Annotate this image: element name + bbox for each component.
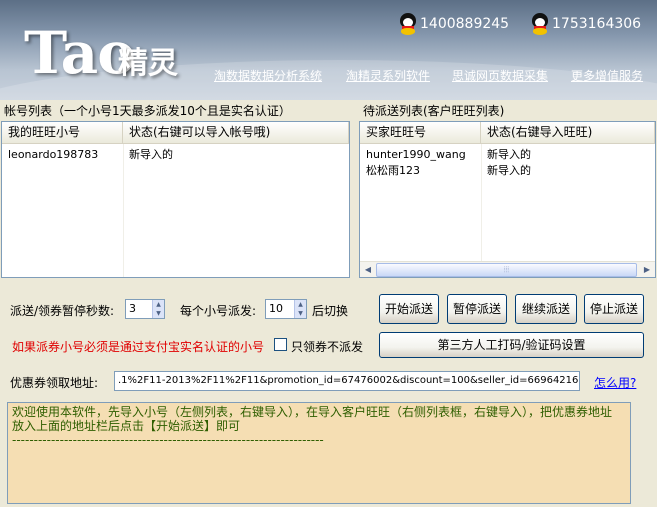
only-claim-checkbox[interactable] xyxy=(274,338,287,351)
table-row[interactable]: 松松雨123 新导入的 xyxy=(360,163,641,179)
logo-cn-text: 精灵 xyxy=(118,46,178,81)
qq-contact-1[interactable]: 1400889245 xyxy=(398,12,509,36)
stepper-up-icon: ▲ xyxy=(156,301,161,308)
status-cell: 新导入的 xyxy=(129,148,173,161)
targets-header: 买家旺旺号 状态(右键导入旺旺) xyxy=(360,122,655,144)
pause-seconds-label: 派送/领券暂停秒数: xyxy=(10,304,115,318)
pause-dispatch-button[interactable]: 暂停派送 xyxy=(447,294,507,324)
targets-listview[interactable]: 买家旺旺号 状态(右键导入旺旺) hunter1990_wang 新导入的 松松… xyxy=(359,121,656,278)
log-line: 放入上面的地址栏后点击【开始派送】即可 xyxy=(12,419,241,433)
coupon-url-input[interactable]: .1%2F11-2013%2F11%2F11&promotion_id=6747… xyxy=(114,371,580,391)
buyer-cell: 松松雨123 xyxy=(366,164,420,177)
nav-link-data-analysis[interactable]: 淘数据数据分析系统 xyxy=(214,67,322,84)
captcha-settings-button[interactable]: 第三方人工打码/验证码设置 xyxy=(379,332,644,358)
qq-number: 1400889245 xyxy=(420,16,510,32)
per-account-value: 10 xyxy=(269,302,283,315)
buyer-cell: hunter1990_wang xyxy=(366,148,466,161)
nav-link-software-series[interactable]: 淘精灵系列软件 xyxy=(346,67,430,84)
per-account-stepper[interactable]: 10 ▲ ▼ xyxy=(265,299,307,319)
table-row[interactable]: leonardo198783 新导入的 xyxy=(2,147,323,163)
pause-seconds-stepper[interactable]: 3 ▲ ▼ xyxy=(125,299,165,319)
only-claim-label[interactable]: 只领券不派发 xyxy=(291,338,363,355)
how-to-use-link[interactable]: 怎么用? xyxy=(594,374,636,391)
column-header-status[interactable]: 状态(右键导入旺旺) xyxy=(481,122,655,144)
stepper-arrows[interactable]: ▲ ▼ xyxy=(152,300,164,318)
horizontal-scrollbar[interactable]: ◀ ⦙⦙⦙ ▶ xyxy=(360,261,655,277)
stepper-up-icon: ▲ xyxy=(298,301,303,308)
scroll-thumb[interactable]: ⦙⦙⦙ xyxy=(376,263,637,277)
status-cell: 新导入的 xyxy=(487,148,531,161)
log-separator: ----------------------------------------… xyxy=(12,433,324,447)
targets-title: 待派送列表(客户旺旺列表) xyxy=(363,104,505,118)
qq-contact-2[interactable]: 1753164306 xyxy=(530,12,641,36)
real-name-warning: 如果派券小号必须是通过支付宝实名认证的小号 xyxy=(12,340,265,354)
qq-number: 1753164306 xyxy=(552,16,642,32)
stepper-down-icon: ▼ xyxy=(298,310,303,317)
accounts-header: 我的旺旺小号 状态(右键可以导入帐号哦) xyxy=(2,122,349,144)
per-account-label: 每个小号派发: xyxy=(180,304,257,318)
table-row[interactable]: hunter1990_wang 新导入的 xyxy=(360,147,641,163)
log-textarea[interactable]: 欢迎使用本软件，先导入小号（左侧列表，右键导入），在导入客户旺旺（右侧列表框，右… xyxy=(7,402,631,504)
column-header-buyer[interactable]: 买家旺旺号 xyxy=(360,122,481,144)
stop-dispatch-button[interactable]: 停止派送 xyxy=(584,294,644,324)
account-cell: leonardo198783 xyxy=(8,148,99,161)
accounts-title: 帐号列表（一个小号1天最多派发10个且是实名认证） xyxy=(4,104,291,118)
resume-dispatch-button[interactable]: 继续派送 xyxy=(515,294,577,324)
scroll-left-icon[interactable]: ◀ xyxy=(361,263,375,277)
status-cell: 新导入的 xyxy=(487,164,531,177)
app-header: Tao 精灵 1400889245 1753164306 淘数据数据分析系统 淘… xyxy=(0,0,657,100)
stepper-arrows[interactable]: ▲ ▼ xyxy=(294,300,306,318)
stepper-down-icon: ▼ xyxy=(156,310,161,317)
column-header-status[interactable]: 状态(右键可以导入帐号哦) xyxy=(123,122,349,144)
accounts-listview[interactable]: 我的旺旺小号 状态(右键可以导入帐号哦) leonardo198783 新导入的 xyxy=(1,121,350,278)
scroll-right-icon[interactable]: ▶ xyxy=(640,263,654,277)
column-divider xyxy=(123,144,124,277)
nav-link-web-scraper[interactable]: 思诚网页数据采集 xyxy=(452,67,548,84)
start-dispatch-button[interactable]: 开始派送 xyxy=(379,294,439,324)
log-line: 欢迎使用本软件，先导入小号（左侧列表，右键导入），在导入客户旺旺（右侧列表框，右… xyxy=(12,405,613,419)
column-header-account[interactable]: 我的旺旺小号 xyxy=(2,122,123,144)
coupon-url-label: 优惠券领取地址: xyxy=(10,376,99,390)
qq-penguin-icon xyxy=(530,13,550,35)
nav-link-more-services[interactable]: 更多增值服务 xyxy=(571,67,643,84)
pause-seconds-value: 3 xyxy=(129,302,136,315)
switch-suffix-label: 后切换 xyxy=(312,304,349,318)
qq-penguin-icon xyxy=(398,13,418,35)
